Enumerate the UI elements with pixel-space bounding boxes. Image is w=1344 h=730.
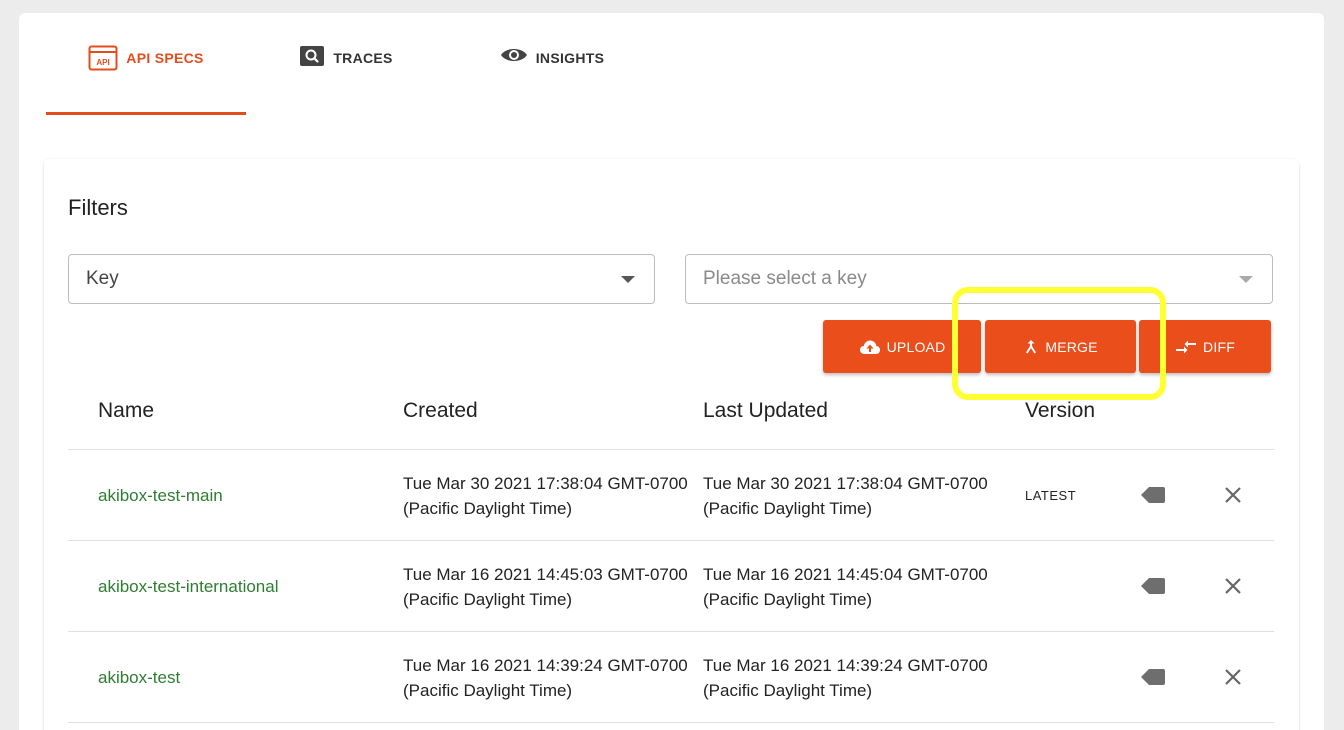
main-page: API API SPECS TRACES INSIGHTS Filters Ke… <box>19 13 1324 730</box>
tag-icon[interactable] <box>1140 486 1166 509</box>
eye-icon <box>500 45 528 65</box>
upload-button[interactable]: UPLOAD <box>823 320 981 373</box>
close-icon[interactable] <box>1223 576 1243 601</box>
upload-label: UPLOAD <box>886 338 946 355</box>
created-date: Tue Mar 16 2021 14:39:24 GMT-0700 (Pacif… <box>403 656 688 700</box>
specs-card: Filters Key Please select a key UPLOAD M… <box>44 159 1299 730</box>
table-row: akibox-test Tue Mar 16 2021 14:39:24 GMT… <box>68 632 1274 723</box>
tab-api-specs-label: API SPECS <box>126 50 204 66</box>
column-header-last-updated: Last Updated <box>703 399 828 422</box>
table-row: akibox-test-main Tue Mar 30 2021 17:38:0… <box>68 450 1274 541</box>
created-date: Tue Mar 16 2021 14:45:03 GMT-0700 (Pacif… <box>403 565 688 609</box>
tab-insights[interactable]: INSIGHTS <box>446 41 658 115</box>
tab-bar: API API SPECS TRACES INSIGHTS <box>46 41 658 115</box>
spec-name-link[interactable]: akibox-test-international <box>98 541 278 632</box>
close-icon[interactable] <box>1223 485 1243 510</box>
column-header-name: Name <box>98 399 155 422</box>
spec-name-link[interactable]: akibox-test-main <box>98 450 223 541</box>
compare-arrows-icon <box>1175 339 1197 355</box>
merge-icon <box>1023 338 1039 356</box>
key-select[interactable]: Key <box>68 254 655 304</box>
key-select-value: Key <box>86 268 119 289</box>
tab-traces-label: TRACES <box>333 50 393 66</box>
diff-label: DIFF <box>1203 338 1235 355</box>
spec-name-link[interactable]: akibox-test <box>98 632 180 723</box>
diff-button[interactable]: DIFF <box>1139 320 1271 373</box>
tab-insights-label: INSIGHTS <box>535 50 605 66</box>
merge-label: MERGE <box>1045 338 1098 355</box>
column-header-created: Created <box>403 399 478 422</box>
svg-text:API: API <box>97 58 110 67</box>
search-icon <box>299 45 325 67</box>
tag-icon[interactable] <box>1140 577 1166 600</box>
value-select-placeholder: Please select a key <box>703 268 867 289</box>
tab-traces[interactable]: TRACES <box>246 41 446 115</box>
updated-date: Tue Mar 16 2021 14:39:24 GMT-0700 (Pacif… <box>703 656 988 700</box>
table-row: akibox-test-international Tue Mar 16 202… <box>68 541 1274 632</box>
version-badge: LATEST <box>1025 488 1077 503</box>
divider <box>68 722 1274 723</box>
tag-icon[interactable] <box>1140 668 1166 691</box>
cloud-upload-icon <box>859 339 881 355</box>
close-icon[interactable] <box>1223 667 1243 692</box>
api-icon: API <box>88 45 118 71</box>
updated-date: Tue Mar 16 2021 14:45:04 GMT-0700 (Pacif… <box>703 565 988 609</box>
filters-title: Filters <box>68 195 128 220</box>
chevron-down-icon <box>1239 276 1253 283</box>
merge-button[interactable]: MERGE <box>985 320 1136 373</box>
tab-api-specs[interactable]: API API SPECS <box>46 41 246 115</box>
created-date: Tue Mar 30 2021 17:38:04 GMT-0700 (Pacif… <box>403 474 688 518</box>
updated-date: Tue Mar 30 2021 17:38:04 GMT-0700 (Pacif… <box>703 474 988 518</box>
value-select[interactable]: Please select a key <box>685 254 1273 304</box>
column-header-version: Version <box>1025 399 1096 422</box>
chevron-down-icon <box>621 276 635 283</box>
